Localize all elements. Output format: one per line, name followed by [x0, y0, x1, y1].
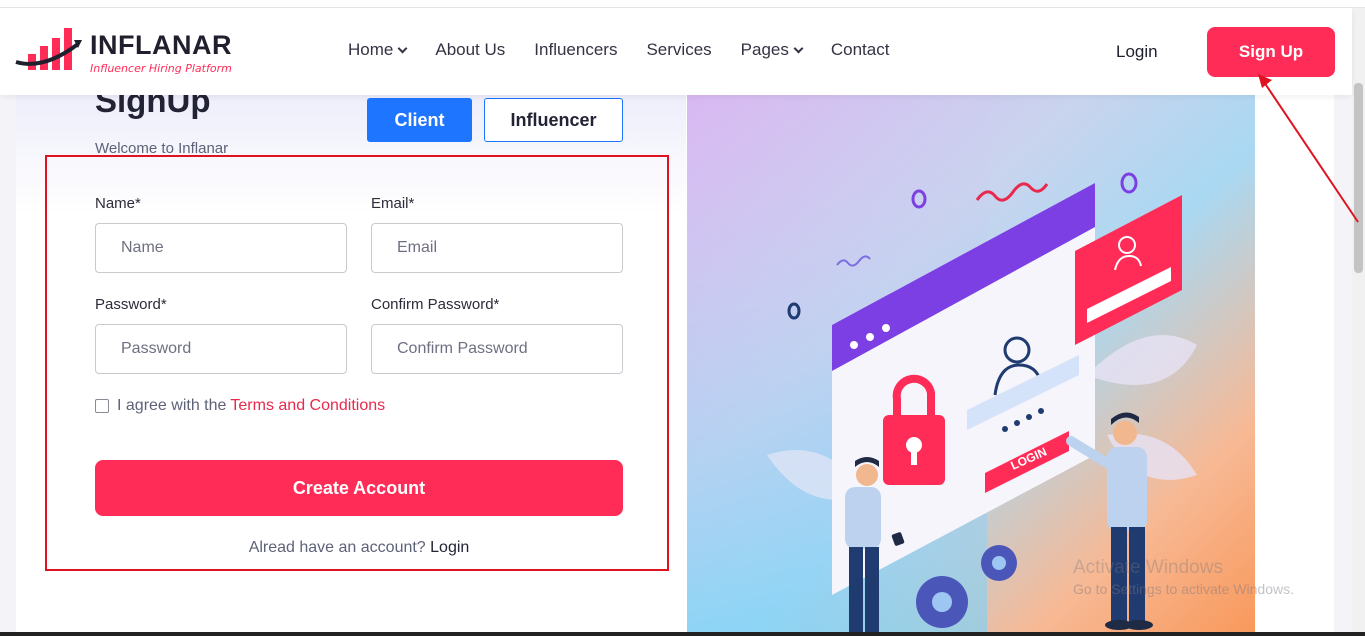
nav-item-label: Pages — [740, 40, 789, 59]
login-prompt: Alread have an account? Login — [95, 539, 623, 557]
windows-watermark-title: Activate Windows — [1073, 557, 1223, 578]
windows-watermark-subtitle: Go to Settings to activate Windows. — [1073, 581, 1294, 597]
site-header: INFLANAR Influencer Hiring Platform Home… — [0, 8, 1352, 95]
name-field[interactable]: Name — [95, 223, 347, 273]
confirm-password-label: Confirm Password* — [371, 296, 500, 313]
brand-logo[interactable]: INFLANAR Influencer Hiring Platform — [14, 26, 234, 82]
nav-item-home[interactable]: Home — [348, 40, 408, 60]
agree-text: I agree with the — [117, 397, 227, 414]
email-label: Email* — [371, 195, 415, 212]
browser-top-strip — [0, 0, 1365, 8]
terms-checkbox[interactable] — [95, 399, 109, 413]
nav-item-label: About Us — [435, 40, 506, 59]
main-nav: Home About Us Influencers Services Pages… — [348, 40, 918, 60]
role-influencer-button[interactable]: Influencer — [484, 98, 623, 142]
email-field[interactable]: Email — [371, 223, 623, 273]
login-link[interactable]: Login — [430, 539, 469, 556]
role-client-button[interactable]: Client — [367, 98, 472, 142]
nav-item-label: Services — [646, 40, 712, 59]
taskbar-edge — [0, 632, 1365, 636]
header-login-link[interactable]: Login — [1116, 42, 1158, 62]
nav-item-about-us[interactable]: About Us — [435, 40, 505, 60]
nav-item-influencers[interactable]: Influencers — [534, 40, 617, 60]
password-field[interactable]: Password — [95, 324, 347, 374]
nav-item-pages[interactable]: Pages — [740, 40, 804, 60]
brand-name: INFLANAR — [90, 30, 232, 60]
already-text: Alread have an account? — [248, 539, 426, 556]
nav-item-label: Influencers — [534, 40, 618, 59]
chevron-down-icon — [397, 43, 408, 53]
password-label: Password* — [95, 296, 167, 313]
create-account-button[interactable]: Create Account — [95, 460, 623, 516]
nav-item-contact[interactable]: Contact — [831, 40, 890, 60]
name-label: Name* — [95, 195, 141, 212]
confirm-password-field[interactable]: Confirm Password — [371, 324, 623, 374]
terms-agreement: I agree with the Terms and Conditions — [95, 397, 385, 415]
terms-link[interactable]: Terms and Conditions — [230, 397, 385, 415]
chevron-down-icon — [793, 43, 804, 53]
nav-item-label: Contact — [830, 40, 890, 59]
nav-item-services[interactable]: Services — [646, 40, 711, 60]
illustration-graphic: LOGIN — [687, 95, 1255, 636]
brand-tagline: Influencer Hiring Platform — [90, 62, 232, 75]
signup-illustration: LOGIN — [687, 95, 1255, 636]
annotation-arrow-icon — [1258, 74, 1359, 223]
nav-item-label: Home — [348, 40, 394, 59]
logo-bars-icon — [15, 28, 82, 70]
